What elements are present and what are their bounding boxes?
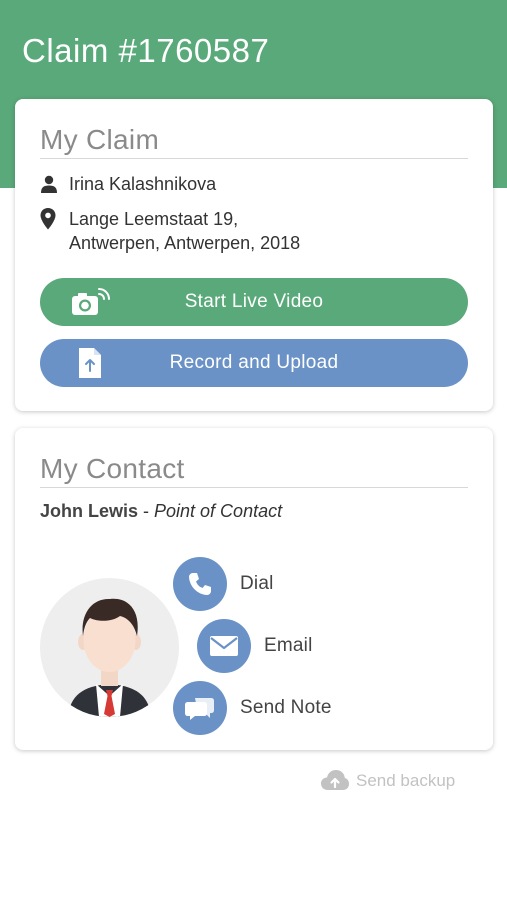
contact-card: My Contact John Lewis - Point of Contact [15,428,493,750]
claim-card-title: My Claim [40,124,160,155]
contact-separator: - [138,501,155,521]
divider [40,158,468,159]
address-line-2: Antwerpen, Antwerpen, 2018 [69,233,301,253]
contact-card-title: My Contact [40,453,185,484]
cloud-upload-icon [320,768,350,794]
send-note-label[interactable]: Send Note [240,697,332,719]
contact-role: Point of Contact [154,501,283,521]
location-pin-icon [40,207,60,231]
dial-action[interactable]: Dial [173,557,274,611]
address-row: Lange Leemstaat 19, Antwerpen, Antwerpen… [40,207,300,255]
claimant-row: Irina Kalashnikova [40,172,216,196]
avatar [40,578,179,717]
dial-label[interactable]: Dial [240,573,274,595]
divider [40,487,468,488]
record-and-upload-label: Record and Upload [169,352,339,373]
send-note-action[interactable]: Send Note [173,681,332,735]
address-text: Lange Leemstaat 19, Antwerpen, Antwerpen… [69,207,300,255]
email-action[interactable]: Email [197,619,313,673]
email-label[interactable]: Email [264,635,313,657]
camera-wifi-icon [70,286,110,318]
contact-info: John Lewis - Point of Contact [40,501,282,522]
claim-card: My Claim Irina Kalashnikova Lange Leemst… [15,99,493,411]
start-live-video-label: Start Live Video [184,291,324,312]
person-icon [40,172,60,196]
chat-icon[interactable] [173,681,227,735]
phone-icon[interactable] [173,557,227,611]
file-upload-icon [70,347,110,379]
contact-name: John Lewis [40,501,139,521]
envelope-icon[interactable] [197,619,251,673]
address-line-1: Lange Leemstaat 19, [69,209,239,229]
send-backup-label[interactable]: Send backup [356,771,455,791]
start-live-video-button[interactable]: Start Live Video [40,278,468,326]
claimant-name: Irina Kalashnikova [69,174,217,194]
send-backup-button[interactable]: Send backup [320,768,455,794]
record-and-upload-button[interactable]: Record and Upload [40,339,468,387]
page-title: Claim #1760587 [22,32,270,69]
